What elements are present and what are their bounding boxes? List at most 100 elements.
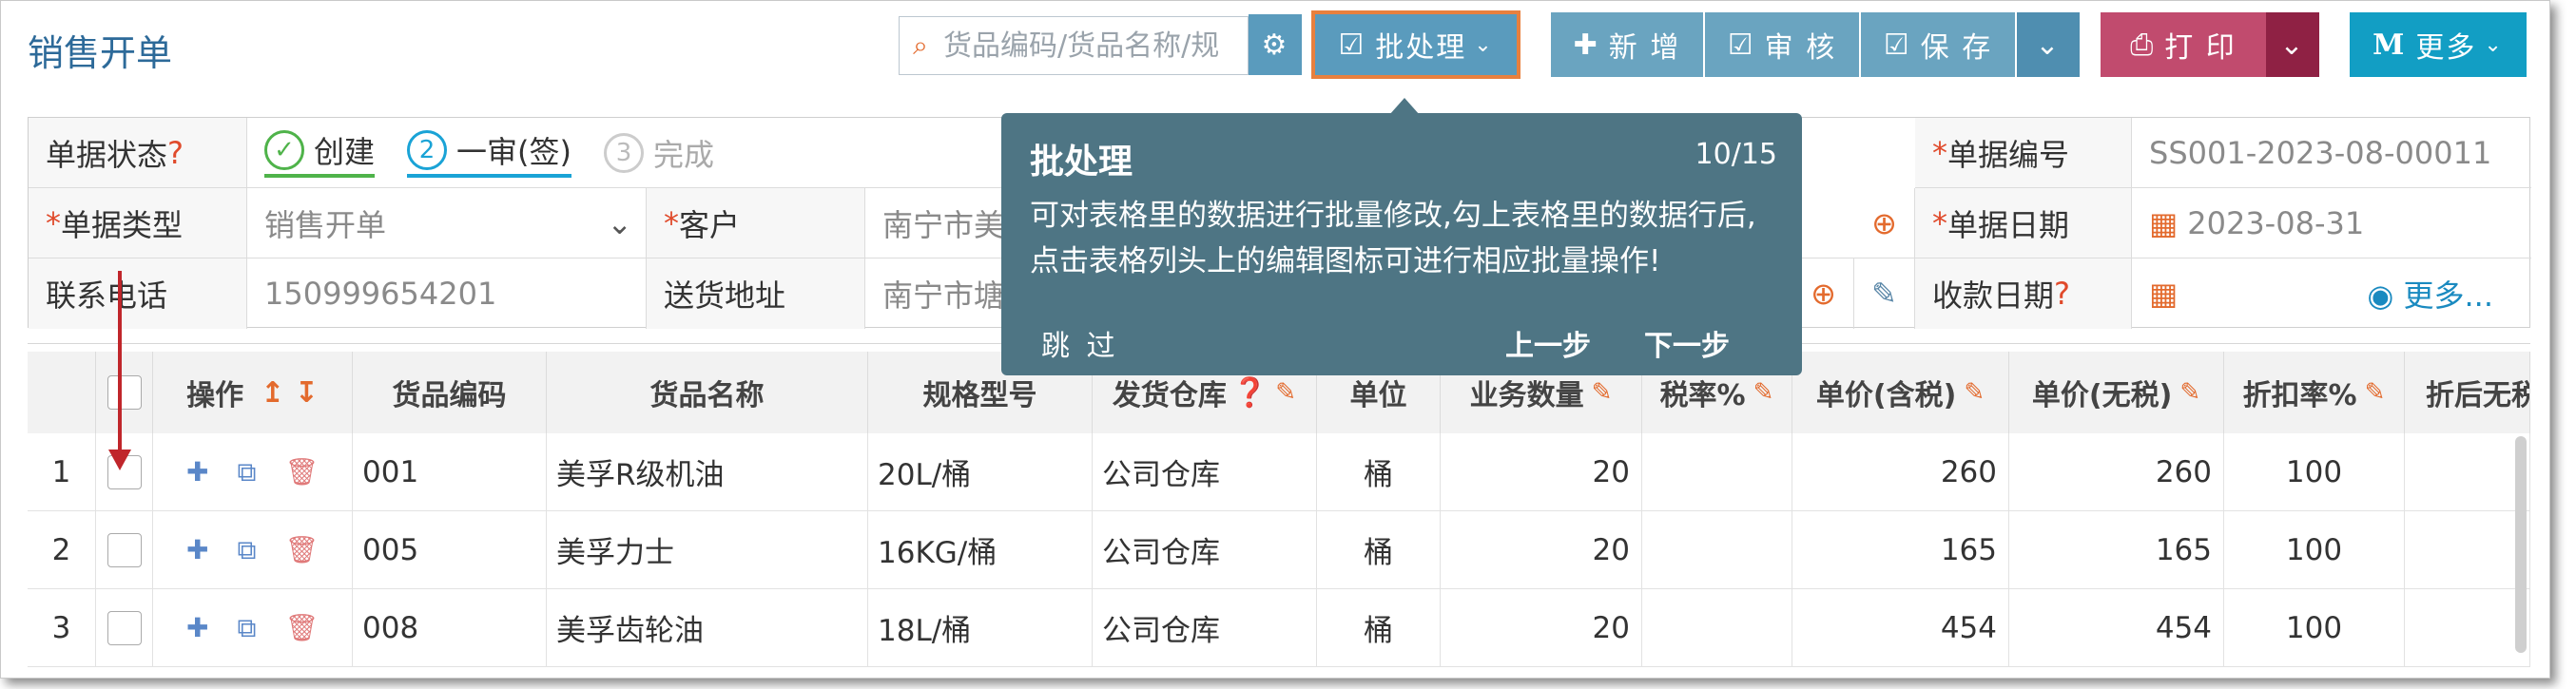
skip-button[interactable]: 跳 过 [1041, 322, 1119, 364]
doc-no-field[interactable]: SS001-2023-08-00011 [2132, 118, 2531, 188]
add-row-icon[interactable]: ✚ [186, 612, 208, 643]
tooltip-counter: 10/15 [1695, 138, 1777, 171]
col-after-discount: 折后无税单 [2405, 352, 2530, 433]
add-row-icon[interactable]: ✚ [186, 534, 208, 565]
eye-icon: ◉ [2367, 278, 2394, 314]
add-button[interactable]: ✚ 新 增 [1551, 12, 1703, 77]
edit-icon[interactable]: ✎ [1275, 378, 1296, 407]
cell-price-notax[interactable]: 260 [2009, 433, 2224, 511]
batch-label: 批处理 [1375, 31, 1467, 65]
add-row-icon[interactable]: ✚ [186, 456, 208, 488]
sort-arrows-icon[interactable]: ↥ ↧ [261, 376, 319, 410]
print-button[interactable]: ⎙ 打 印 [2101, 12, 2266, 77]
cell-unit: 桶 [1317, 433, 1441, 511]
pay-date-field[interactable]: ▦ ◉ 更多... [2132, 258, 2531, 329]
guide-tooltip: 批处理 10/15 可对表格里的数据进行批量修改,勾上表格里的数据行后,点击表格… [1001, 113, 1802, 375]
tooltip-body: 可对表格里的数据进行批量修改,勾上表格里的数据行后,点击表格列头上的编辑图标可进… [1030, 199, 1756, 278]
cell-price-tax[interactable]: 454 [1792, 589, 2009, 667]
edit-icon[interactable]: ✎ [2365, 378, 2386, 407]
chevron-down-icon: ⌄ [2035, 28, 2062, 62]
edit-icon[interactable]: ✎ [1964, 378, 1985, 407]
save-label: 保 存 [1920, 31, 1993, 65]
cell-unit: 桶 [1317, 511, 1441, 589]
cell-tax-rate[interactable] [1642, 511, 1792, 589]
search-input[interactable] [941, 28, 1230, 64]
after-discount-cell [2405, 433, 2530, 511]
doc-no-label: * 单据编号 [1915, 118, 2132, 188]
step-created: ✓ 创建 [264, 128, 376, 178]
m-icon: M [2373, 28, 2407, 62]
edit-icon[interactable]: ✎ [1592, 378, 1613, 407]
col-discount: 折扣率% ✎ [2224, 352, 2405, 433]
status-steps: ✓ 创建 2 一审(签) 3 完成 [247, 118, 1008, 188]
copy-row-icon[interactable]: ⧉ [237, 456, 256, 488]
edit-icon[interactable]: ✎ [2179, 378, 2200, 407]
check-square-icon: ☑ [1727, 28, 1755, 62]
brush-icon[interactable]: ✎ [1854, 258, 1915, 329]
doc-date-field[interactable]: ▦ 2023-08-31 [2132, 188, 2531, 258]
col-code: 货品编码 [353, 352, 547, 433]
row-checkbox[interactable] [107, 610, 142, 645]
cell-code: 005 [353, 511, 547, 589]
cell-discount[interactable]: 100 [2224, 589, 2405, 667]
cell-tax-rate[interactable] [1642, 589, 1792, 667]
vertical-scrollbar[interactable] [2515, 436, 2527, 653]
edit-icon[interactable]: ✎ [1753, 378, 1774, 407]
cell-idx: 1 [28, 433, 96, 511]
more-fields-link[interactable]: ◉ 更多... [2367, 272, 2493, 316]
cell-warehouse: 公司仓库 [1093, 511, 1317, 589]
plus-icon: ✚ [1573, 28, 1599, 62]
row-select-cell [96, 589, 153, 667]
doc-type-label: * 单据类型 [29, 188, 247, 258]
after-discount-cell [2405, 511, 2530, 589]
col-name: 货品名称 [547, 352, 868, 433]
copy-row-icon[interactable]: ⧉ [237, 534, 256, 566]
search-icon: ⌕ [913, 29, 928, 61]
after-discount-cell [2405, 589, 2530, 667]
phone-field[interactable]: 150999654201 [247, 258, 647, 329]
gears-icon: ⚙ [1261, 28, 1289, 62]
cell-price-notax[interactable]: 165 [2009, 511, 2224, 589]
search-customer-icon[interactable]: ⊕ [1854, 188, 1915, 258]
save-button[interactable]: ☑ 保 存 [1861, 12, 2015, 77]
col-ops: 操作 ↥ ↧ [153, 352, 353, 433]
cell-idx: 3 [28, 589, 96, 667]
copy-row-icon[interactable]: ⧉ [237, 612, 256, 644]
printer-icon: ⎙ [2130, 28, 2156, 62]
cell-spec: 16KG/桶 [868, 511, 1093, 589]
cell-warehouse: 公司仓库 [1093, 433, 1317, 511]
app-window: 销售开单 ⌕ ⚙ ☑ 批处理 ⌄ ✚ 新 增 ☑ 审 核 ☑ 保 存 ⌄ ⎙ 打… [0, 0, 2550, 679]
cell-qty[interactable]: 20 [1441, 511, 1642, 589]
audit-button[interactable]: ☑ 审 核 [1705, 12, 1859, 77]
cell-qty[interactable]: 20 [1441, 589, 1642, 667]
row-actions: ✚ ⧉ 🗑 [153, 589, 353, 667]
prev-button[interactable]: 上一步 [1505, 322, 1591, 364]
save-dropdown-button[interactable]: ⌄ [2017, 12, 2080, 77]
batch-process-button[interactable]: ☑ 批处理 ⌄ [1311, 10, 1520, 79]
delete-row-icon[interactable]: 🗑 [284, 534, 319, 565]
add-label: 新 增 [1608, 31, 1681, 65]
more-menu-button[interactable]: M 更多 ⌄ [2350, 12, 2527, 77]
items-table: 操作 ↥ ↧ 货品编码 货品名称 规格型号 发货仓库 ❓ ✎ 单位 业务数量 ✎… [28, 343, 2530, 678]
next-button[interactable]: 下一步 [1644, 322, 1730, 364]
cell-price-tax[interactable]: 260 [1792, 433, 2009, 511]
page-title: 销售开单 [28, 32, 173, 74]
cell-tax-rate[interactable] [1642, 433, 1792, 511]
cell-price-tax[interactable]: 165 [1792, 511, 2009, 589]
status-label: 单据状态? [29, 118, 247, 188]
delete-row-icon[interactable]: 🗑 [284, 456, 319, 488]
cell-discount[interactable]: 100 [2224, 511, 2405, 589]
doc-type-select[interactable]: 销售开单 ⌄ [247, 188, 647, 258]
cell-discount[interactable]: 100 [2224, 433, 2405, 511]
cell-qty[interactable]: 20 [1441, 433, 1642, 511]
col-index [28, 352, 96, 433]
cell-idx: 2 [28, 511, 96, 589]
search-box[interactable]: ⌕ [899, 16, 1249, 75]
cell-price-notax[interactable]: 454 [2009, 589, 2224, 667]
print-dropdown-button[interactable]: ⌄ [2266, 12, 2319, 77]
delete-row-icon[interactable]: 🗑 [284, 612, 319, 643]
row-checkbox[interactable] [107, 532, 142, 567]
search-settings-button[interactable]: ⚙ [1249, 14, 1302, 75]
row-actions: ✚ ⧉ 🗑 [153, 433, 353, 511]
search-address-icon[interactable]: ⊕ [1793, 258, 1854, 329]
